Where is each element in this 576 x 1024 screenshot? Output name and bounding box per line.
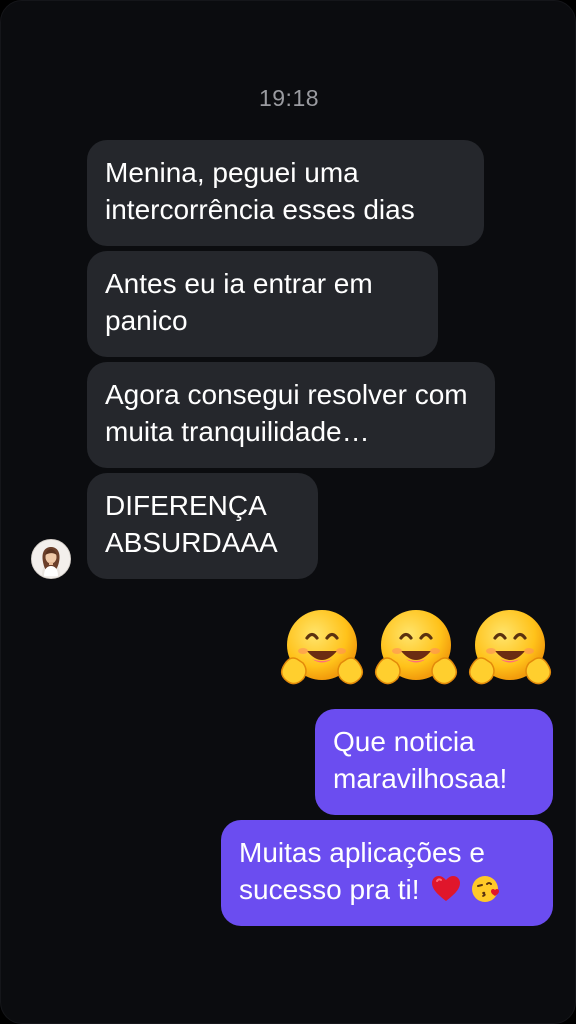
message-text: Que noticia maravilhosaa! — [333, 726, 508, 794]
hugging-face-icon — [374, 610, 458, 685]
message-text: DIFERENÇA ABSURDAAA — [105, 490, 278, 558]
outgoing-message-2[interactable]: Muitas aplicações e sucesso pra ti! — [221, 820, 553, 926]
incoming-message-4[interactable]: DIFERENÇA ABSURDAAA — [87, 473, 318, 579]
message-text: Menina, peguei uma intercorrência esses … — [105, 157, 415, 225]
incoming-message-1[interactable]: Menina, peguei uma intercorrência esses … — [87, 140, 484, 246]
message-timestamp: 19:18 — [258, 85, 320, 111]
hugging-face-icon — [468, 610, 552, 685]
red-heart-icon — [432, 876, 461, 901]
chat-screen: 19:18 Menina, peguei uma intercorrência … — [0, 0, 576, 1024]
message-text: Agora consegui resolver com muita tranqu… — [105, 379, 468, 447]
incoming-message-2[interactable]: Antes eu ia entrar em panico — [87, 251, 438, 357]
outgoing-message-1[interactable]: Que noticia maravilhosaa! — [315, 709, 553, 815]
reaction-emoji-row — [279, 605, 553, 691]
hugging-face-icon — [280, 610, 364, 685]
avatar-photo-icon — [32, 540, 70, 578]
incoming-message-3[interactable]: Agora consegui resolver com muita tranqu… — [87, 362, 495, 468]
message-text: Antes eu ia entrar em panico — [105, 268, 373, 336]
sender-avatar[interactable] — [31, 539, 71, 579]
face-blowing-kiss-icon — [472, 876, 500, 902]
